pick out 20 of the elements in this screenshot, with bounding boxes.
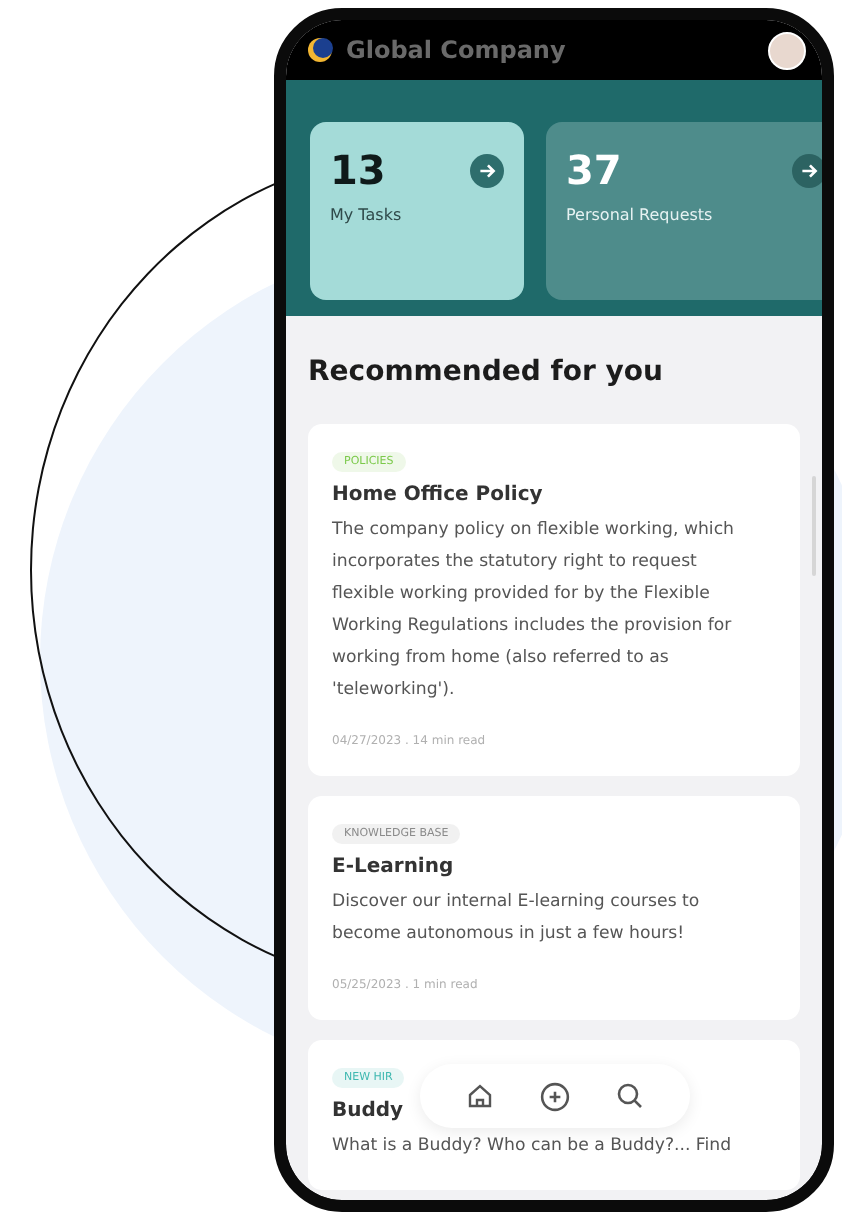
avatar-icon[interactable] bbox=[768, 31, 806, 69]
article-title: E-Learning bbox=[332, 856, 454, 878]
article-title: Home Office Policy bbox=[332, 484, 543, 506]
section-title: Recommended for you bbox=[308, 356, 665, 388]
stat-label: Personal Requests bbox=[566, 206, 715, 224]
home-icon[interactable] bbox=[466, 1082, 494, 1110]
article-summary: The company policy on flexible working, which incorporates the statutory right to request flexible working provided for by the Flexible Working Regulations includes the provision for working from home (also referred to as 'teleworking'). bbox=[332, 518, 736, 704]
company-name: Global Company bbox=[346, 36, 568, 64]
add-icon[interactable] bbox=[540, 1081, 570, 1111]
arrow-icon[interactable] bbox=[792, 153, 822, 187]
logo-icon bbox=[306, 36, 334, 64]
stat-card[interactable]: 37 Personal Requests bbox=[546, 122, 822, 300]
article-summary: Discover our internal E-learning courses to become autonomous in just a few hours! bbox=[332, 890, 702, 948]
stat-count: 13 bbox=[330, 146, 386, 194]
article-title: Buddy bbox=[332, 1100, 404, 1122]
stat-card[interactable]: 13 My Tasks bbox=[310, 122, 524, 300]
stat-count: 37 bbox=[566, 146, 622, 194]
stat-label: My Tasks bbox=[330, 206, 404, 224]
search-icon[interactable] bbox=[616, 1082, 644, 1110]
article-summary: What is a Buddy? Who can be a Buddy?... Find bbox=[332, 1134, 732, 1160]
